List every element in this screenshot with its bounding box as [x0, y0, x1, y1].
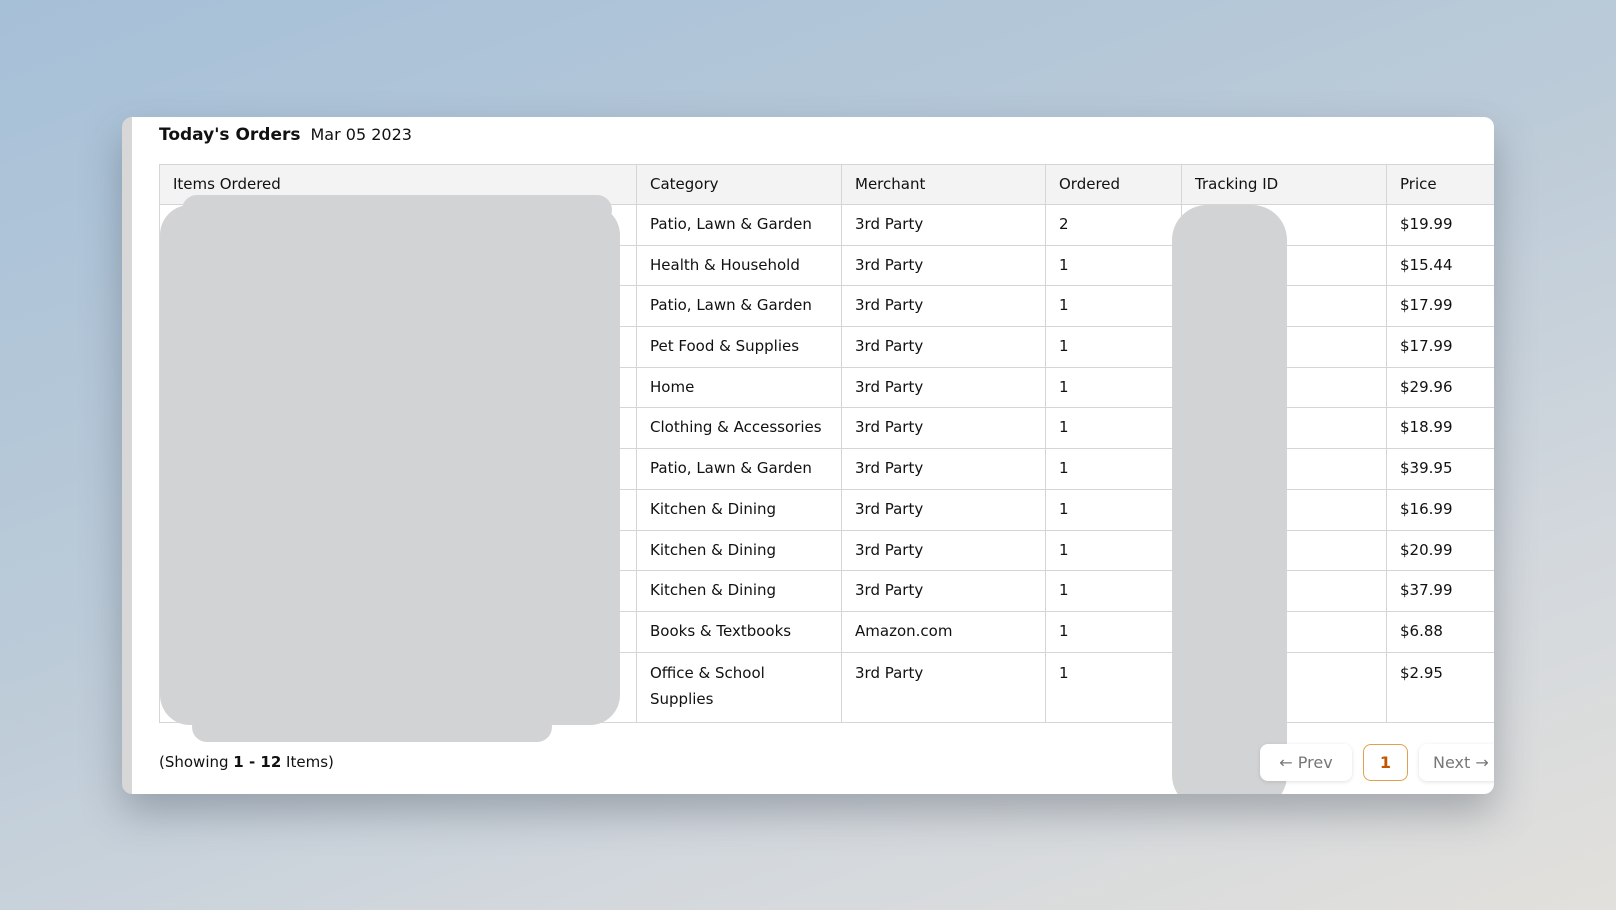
cell-category: Kitchen & Dining	[636, 488, 842, 531]
column-header: Tracking ID	[1181, 164, 1387, 205]
cell-ordered: 1	[1045, 285, 1182, 328]
cell-category: Office & School Supplies	[636, 651, 842, 723]
cell-price: $17.99	[1386, 326, 1494, 368]
column-header: Price	[1386, 164, 1494, 205]
page-1-button[interactable]: 1	[1363, 744, 1408, 781]
cell-ordered: 2	[1045, 204, 1182, 246]
cell-category: Patio, Lawn & Garden	[636, 204, 842, 246]
cell-ordered: 1	[1045, 610, 1182, 653]
redaction-items	[192, 712, 552, 742]
cell-merchant: 3rd Party	[841, 204, 1046, 246]
cell-category: Kitchen & Dining	[636, 570, 842, 612]
redaction-items	[182, 195, 612, 225]
cell-merchant: 3rd Party	[841, 407, 1046, 450]
cell-price: $15.44	[1386, 244, 1494, 287]
cell-category: Kitchen & Dining	[636, 529, 842, 572]
cell-ordered: 1	[1045, 529, 1182, 572]
cell-category: Pet Food & Supplies	[636, 326, 842, 368]
cell-ordered: 1	[1045, 488, 1182, 531]
cell-category: Home	[636, 366, 842, 409]
cell-ordered: 1	[1045, 326, 1182, 368]
prev-button[interactable]: ← Prev	[1260, 744, 1352, 781]
cell-category: Books & Textbooks	[636, 610, 842, 653]
next-button[interactable]: Next →	[1419, 744, 1494, 781]
redaction-items	[160, 205, 620, 725]
redaction-tracking	[1172, 205, 1287, 794]
cell-price: $17.99	[1386, 285, 1494, 328]
cell-merchant: 3rd Party	[841, 366, 1046, 409]
cell-price: $20.99	[1386, 529, 1494, 572]
cell-ordered: 1	[1045, 570, 1182, 612]
cell-price: $29.96	[1386, 366, 1494, 409]
showing-count: (Showing 1 - 12 Items)	[159, 753, 334, 771]
cell-ordered: 1	[1045, 651, 1182, 723]
cell-category: Clothing & Accessories	[636, 407, 842, 450]
cell-merchant: Amazon.com	[841, 610, 1046, 653]
cell-category: Patio, Lawn & Garden	[636, 448, 842, 490]
cell-price: $16.99	[1386, 488, 1494, 531]
column-header: Ordered	[1045, 164, 1182, 205]
column-header: Merchant	[841, 164, 1046, 205]
page-title: Today's Orders Mar 05 2023	[159, 125, 412, 145]
cell-category: Patio, Lawn & Garden	[636, 285, 842, 328]
cell-ordered: 1	[1045, 366, 1182, 409]
cell-category: Health & Household	[636, 244, 842, 287]
cell-merchant: 3rd Party	[841, 448, 1046, 490]
cell-merchant: 3rd Party	[841, 326, 1046, 368]
cell-ordered: 1	[1045, 407, 1182, 450]
cell-price: $6.88	[1386, 610, 1494, 653]
cell-ordered: 1	[1045, 448, 1182, 490]
orders-card: Today's Orders Mar 05 2023 Items Ordered C…	[122, 117, 1494, 794]
cell-ordered: 1	[1045, 244, 1182, 287]
cell-price: $18.99	[1386, 407, 1494, 450]
cell-merchant: 3rd Party	[841, 529, 1046, 572]
cell-merchant: 3rd Party	[841, 488, 1046, 531]
cell-merchant: 3rd Party	[841, 244, 1046, 287]
cell-price: $37.99	[1386, 570, 1494, 612]
cell-price: $2.95	[1386, 651, 1494, 723]
cell-price: $19.99	[1386, 204, 1494, 246]
cell-merchant: 3rd Party	[841, 570, 1046, 612]
cell-merchant: 3rd Party	[841, 285, 1046, 328]
cell-price: $39.95	[1386, 448, 1494, 490]
column-header: Category	[636, 164, 842, 205]
redaction-items	[212, 657, 512, 691]
cell-merchant: 3rd Party	[841, 651, 1046, 723]
order-date: Mar 05 2023	[310, 125, 412, 144]
